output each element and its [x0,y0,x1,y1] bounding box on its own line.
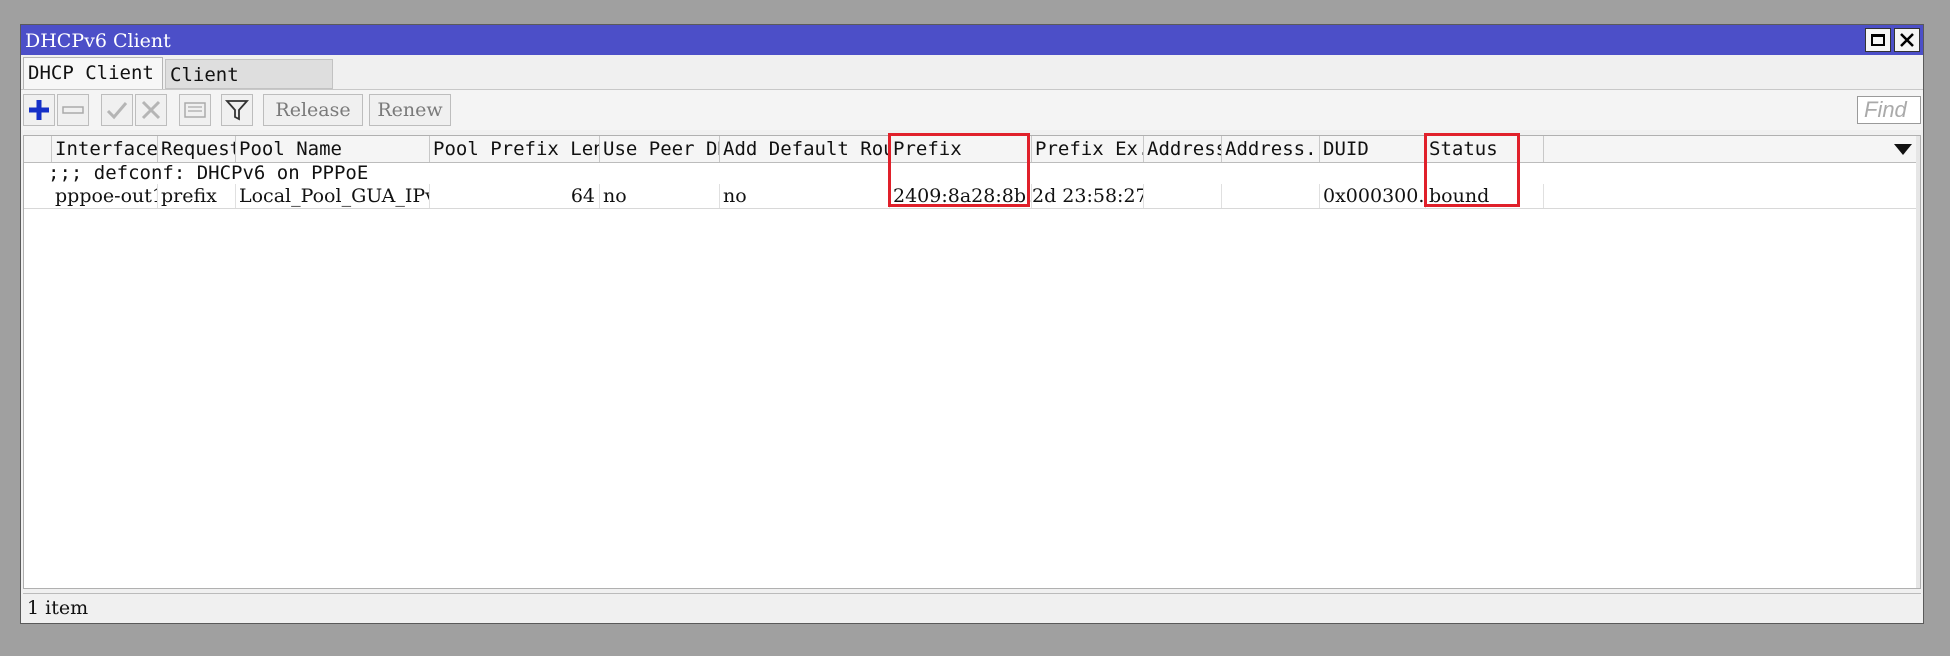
dhcpv6-client-window: DHCPv6 Client DHCP Client Client Options [20,24,1924,624]
filter-button[interactable] [221,94,253,126]
title-bar[interactable]: DHCPv6 Client [21,25,1923,55]
header-address[interactable]: Address [1144,136,1222,162]
find-input[interactable]: Find [1857,96,1921,124]
maximize-button[interactable] [1865,28,1891,52]
cell-duid: 0x000300... [1320,184,1426,208]
plus-icon [29,100,49,120]
header-gutter [24,136,52,162]
minus-icon [62,106,84,114]
check-icon [106,102,128,120]
cell-pool-name: Local_Pool_GUA_IPv6 [236,184,430,208]
window-title: DHCPv6 Client [25,30,171,52]
add-button[interactable] [23,94,55,126]
cell-pool-prefix-length: 64 [430,184,600,208]
table-row[interactable]: pppoe-out1 prefix Local_Pool_GUA_IPv6 64… [24,184,1920,209]
toolbar: Release Renew Find [21,89,1923,130]
remove-button[interactable] [57,94,89,126]
enable-button[interactable] [101,94,133,126]
close-button[interactable] [1894,28,1920,52]
header-prefix[interactable]: Prefix [890,136,1032,162]
cell-prefix: 2409:8a28:8b... [890,184,1032,208]
cell-address-expires [1222,184,1320,208]
header-pool-name[interactable]: Pool Name [236,136,430,162]
cell-add-default-route: no [720,184,890,208]
column-menu-icon[interactable] [1894,144,1912,155]
header-pool-prefix-length[interactable]: Pool Prefix Length [430,136,600,162]
tab-dhcp-client[interactable]: DHCP Client [23,57,163,89]
status-bar: 1 item [23,593,1921,622]
header-request[interactable]: Request [158,136,236,162]
comment-button[interactable] [179,94,211,126]
comment-row[interactable]: ;;; defconf: DHCPv6 on PPPoE [24,162,1920,184]
header-address-expires[interactable]: Address... [1222,136,1320,162]
close-icon [1900,33,1914,47]
vertical-scrollbar[interactable] [1916,136,1920,588]
cell-use-peer-dns: no [600,184,720,208]
header-prefix-expires[interactable]: Prefix Ex... [1032,136,1144,162]
cell-prefix-expires: 2d 23:58:27 [1032,184,1144,208]
header-use-peer-dns[interactable]: Use Peer DNS [600,136,720,162]
cell-interface: pppoe-out1 [52,184,158,208]
header-interface[interactable]: Interface/\ [52,136,158,162]
filter-icon [224,100,250,121]
tab-client-options[interactable]: Client Options [165,59,333,116]
header-add-default-route[interactable]: Add Default Route [720,136,890,162]
header-duid[interactable]: DUID [1320,136,1426,162]
client-table: Interface/\ Request Pool Name Pool Prefi… [23,133,1921,589]
renew-button[interactable]: Renew [369,94,451,126]
header-status[interactable]: Status [1426,136,1544,162]
release-button[interactable]: Release [263,94,363,126]
x-icon [141,100,161,120]
disable-button[interactable] [135,94,167,126]
note-icon [184,102,206,118]
maximize-icon [1871,34,1885,46]
cell-address [1144,184,1222,208]
cell-status: bound [1426,184,1544,208]
table-header: Interface/\ Request Pool Name Pool Prefi… [24,136,1920,163]
cell-request: prefix [158,184,236,208]
